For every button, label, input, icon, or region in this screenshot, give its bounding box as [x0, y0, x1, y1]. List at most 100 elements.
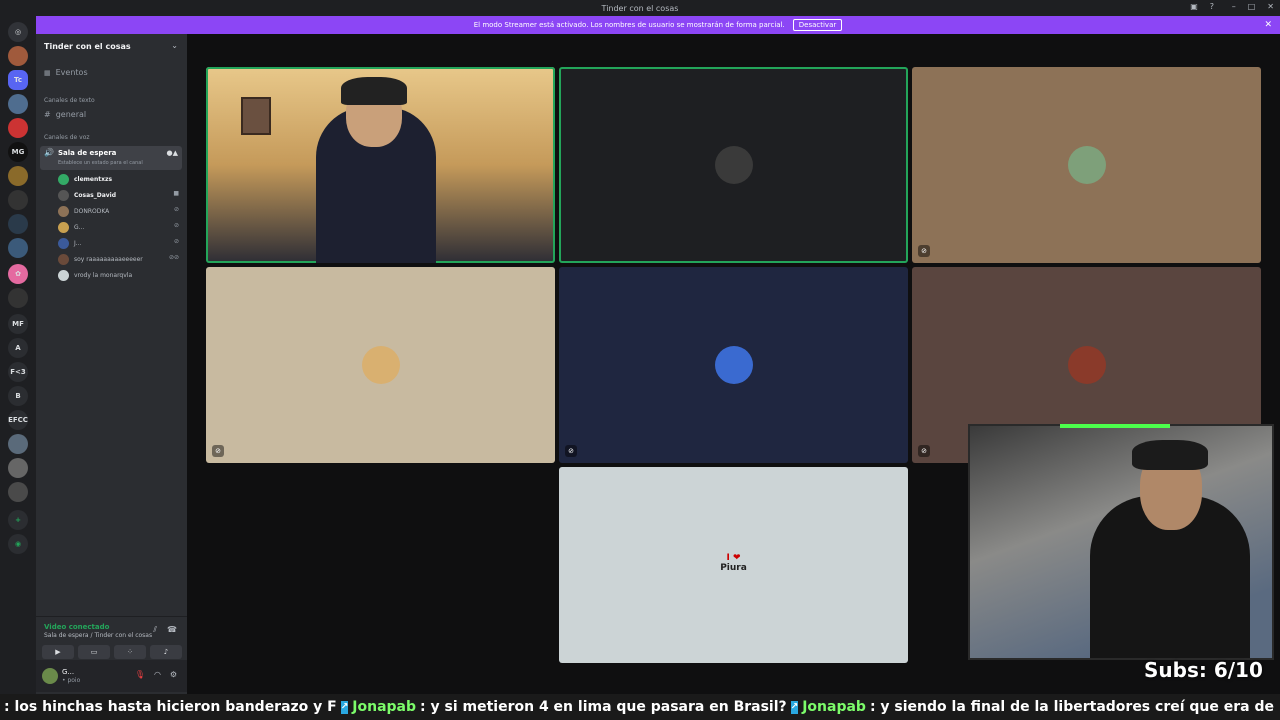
channel-general[interactable]: # general	[44, 110, 86, 119]
user-name: clementxzs	[74, 176, 113, 183]
close-banner-icon[interactable]: ✕	[1264, 20, 1272, 30]
server-icon[interactable]: Tc	[8, 70, 28, 90]
avatar	[58, 174, 69, 185]
server-icon[interactable]	[8, 190, 28, 210]
category-label: Canales de voz	[44, 134, 90, 141]
person-hair	[1132, 440, 1208, 470]
help-icon[interactable]: ?	[1210, 2, 1214, 11]
server-icon[interactable]	[8, 238, 28, 258]
video-tile-avatar[interactable]: ⊘	[559, 267, 908, 463]
events-item[interactable]: ▦ Eventos	[44, 68, 88, 77]
voice-user[interactable]: DONRODKA	[58, 206, 109, 217]
person-hair	[341, 77, 407, 105]
chat-icon[interactable]: ●▲	[167, 149, 179, 157]
server-icon[interactable]: ✿	[8, 264, 28, 284]
activities-button[interactable]: ⁘	[114, 645, 146, 659]
video-tile-avatar[interactable]: I ❤ Piura	[559, 467, 908, 663]
server-icon[interactable]: B	[8, 386, 28, 406]
server-icon[interactable]	[8, 288, 28, 308]
server-icon[interactable]: MG	[8, 142, 28, 162]
video-tile-avatar[interactable]	[559, 67, 908, 263]
ticker-text: : y si metieron 4 en lima que pasara en …	[420, 699, 787, 715]
server-icon[interactable]	[8, 166, 28, 186]
avatar	[714, 146, 753, 184]
disconnect-icon[interactable]: ☎	[167, 625, 177, 634]
streamer-webcam-overlay	[968, 424, 1274, 660]
avatar	[58, 190, 69, 201]
category-label: Canales de texto	[44, 97, 95, 104]
piura-line2: Piura	[720, 563, 747, 573]
category-voice-channels[interactable]: Canales de voz	[44, 134, 90, 141]
voice-user[interactable]: soy raaaaaaaaaeeeeer	[58, 254, 143, 265]
avatar[interactable]	[42, 668, 58, 684]
voice-user[interactable]: G...	[58, 222, 84, 233]
explore-icon[interactable]: ◉	[8, 534, 28, 554]
voice-user[interactable]: Cosas_David	[58, 190, 116, 201]
picture-frame	[241, 97, 271, 135]
camera-toggle-button[interactable]: ▶	[42, 645, 74, 659]
server-icon[interactable]	[8, 434, 28, 454]
user-badge-icon: ↗	[790, 700, 799, 714]
chevron-down-icon[interactable]: ⌄	[171, 41, 178, 50]
avatar	[58, 238, 69, 249]
avatar	[361, 346, 400, 384]
server-list: ◎ Tc MG ✿ MF A F<3 B EFCC + ◉	[0, 16, 36, 720]
window-titlebar: Tinder con el cosas ▣ ? – □ ✕	[0, 0, 1280, 16]
mute-icon[interactable]: 🎙	[135, 670, 145, 679]
gear-icon[interactable]: ⚙	[170, 670, 177, 679]
voice-connection-panel: Video conectado Sala de espera / Tinder …	[36, 616, 187, 661]
muted-mic-icon: ⊘	[918, 245, 930, 257]
minimize-button[interactable]: –	[1232, 2, 1236, 11]
server-icon[interactable]: F<3	[8, 362, 28, 382]
voice-channel-status: Establece un estado para el canal	[58, 160, 143, 166]
server-icon[interactable]	[8, 94, 28, 114]
server-icon[interactable]: EFCC	[8, 410, 28, 430]
server-icon[interactable]: MF	[8, 314, 28, 334]
maximize-button[interactable]: □	[1248, 2, 1256, 11]
speaker-icon: 🔊	[44, 148, 54, 157]
voice-connected-title: Video conectado	[44, 623, 110, 631]
voice-connected-subtitle[interactable]: Sala de espera / Tinder con el cosas	[44, 632, 152, 639]
server-icon[interactable]	[8, 46, 28, 66]
user-status: • poio	[62, 677, 81, 684]
inbox-icon[interactable]: ▣	[1190, 2, 1198, 11]
server-icon[interactable]	[8, 482, 28, 502]
close-button[interactable]: ✕	[1267, 2, 1274, 11]
add-server-icon[interactable]: +	[8, 510, 28, 530]
hash-icon: #	[44, 110, 51, 119]
deafened-icon: ⊘⊘	[168, 254, 179, 261]
server-icon[interactable]	[8, 458, 28, 478]
server-icon[interactable]: A	[8, 338, 28, 358]
voice-user[interactable]: J...	[58, 238, 82, 249]
voice-user[interactable]: vrody la monarqvla	[58, 270, 132, 281]
avatar	[58, 254, 69, 265]
avatar	[58, 270, 69, 281]
piura-logo: I ❤ Piura	[559, 553, 908, 573]
server-icon[interactable]	[8, 214, 28, 234]
video-tile-avatar[interactable]: ⊘	[912, 67, 1261, 263]
discord-home-icon[interactable]: ◎	[8, 22, 28, 42]
muted-icon: ⊘	[173, 238, 179, 245]
video-tile-camera[interactable]	[206, 67, 555, 263]
user-name: Cosas_David	[74, 192, 117, 199]
voice-user[interactable]: clementxzs	[58, 174, 112, 185]
screen-share-button[interactable]: ▭	[78, 645, 110, 659]
user-name: soy raaaaaaaaaeeeeer	[74, 256, 143, 263]
subs-counter: Subs: 6/10	[1144, 658, 1263, 682]
piura-line1: I ❤	[726, 553, 741, 563]
server-icon[interactable]	[8, 118, 28, 138]
ticker-text: : y siendo la final de la libertadores c…	[869, 699, 1280, 715]
avatar	[1067, 146, 1106, 184]
video-tile-avatar[interactable]: ⊘	[206, 267, 555, 463]
user-name: DONRODKA	[74, 208, 110, 215]
window-title: Tinder con el cosas	[601, 3, 679, 13]
deactivate-button[interactable]: Desactivar	[792, 19, 843, 31]
chat-ticker: : los hinchas hasta hicieron banderazo y…	[0, 694, 1280, 720]
soundboard-button[interactable]: ♪	[150, 645, 182, 659]
ticker-text: : los hinchas hasta hicieron banderazo y…	[4, 699, 337, 715]
category-text-channels[interactable]: Canales de texto	[44, 97, 95, 104]
voice-channel-sala[interactable]: 🔊 Sala de espera Establece un estado par…	[40, 146, 182, 170]
server-name[interactable]: Tinder con el cosas	[44, 42, 131, 51]
headphones-icon[interactable]: ◠	[154, 670, 161, 679]
noise-suppression-icon[interactable]: ⫽	[153, 625, 157, 635]
